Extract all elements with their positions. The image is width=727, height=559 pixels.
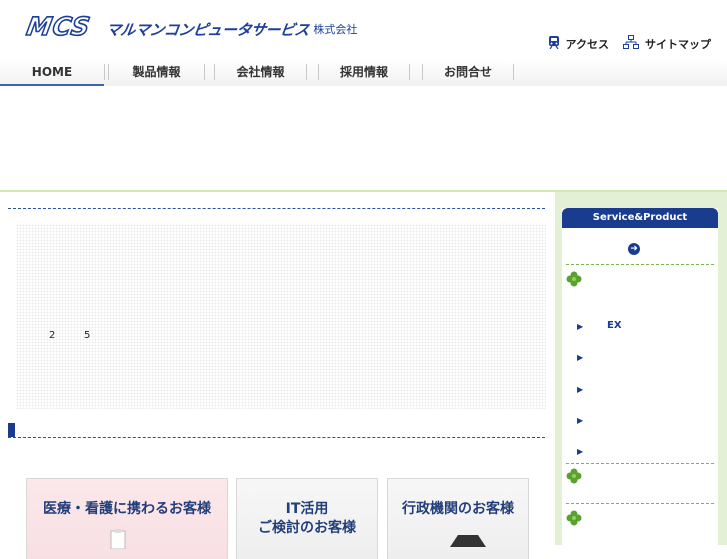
news-count: 5 <box>84 330 91 341</box>
site-header: MCS マルマンコンピュータサービス 株式会社 アクセス サイトマップ <box>0 0 727 60</box>
bullet-arrow-icon[interactable]: ▶ <box>577 447 583 456</box>
card-medical-title: 医療・看護に携わるお客様 <box>43 501 211 517</box>
nav-tab-contact[interactable]: お問合せ <box>423 60 513 84</box>
sidebar-link-ex[interactable]: EX <box>607 320 622 331</box>
card-it-title-line1: IT活用 <box>285 501 329 517</box>
bullet-arrow-icon: ▶ <box>577 322 584 331</box>
news-count: 2 <box>49 330 56 341</box>
nav-tab-recruit[interactable]: 採用情報 <box>319 60 409 84</box>
sidebar-divider <box>566 503 714 504</box>
utility-links: アクセス サイトマップ <box>534 35 711 52</box>
card-government-title: 行政機関のお客様 <box>402 501 514 517</box>
logo-company-name: マルマンコンピュータサービス <box>105 21 311 39</box>
logo-company-suffix: 株式会社 <box>313 23 358 36</box>
access-link[interactable]: アクセス <box>548 35 609 52</box>
clover-icon <box>566 510 582 526</box>
clipboard-icon <box>110 529 126 549</box>
hero-banner <box>0 86 727 190</box>
sidebar-panel <box>562 208 718 545</box>
logo-mark: MCS <box>24 11 94 42</box>
nav-tab-home[interactable]: HOME <box>0 60 104 84</box>
section-marker <box>8 423 15 437</box>
nav-tab-company[interactable]: 会社情報 <box>215 60 306 84</box>
card-medical[interactable]: 医療・看護に携わるお客様 <box>26 478 228 559</box>
nav-divider <box>513 64 514 80</box>
clover-icon <box>566 468 582 484</box>
dashed-divider <box>8 208 545 209</box>
bullet-arrow-icon[interactable]: ▶ <box>577 385 583 394</box>
sitemap-link[interactable]: サイトマップ <box>623 35 711 52</box>
bullet-arrow-icon[interactable]: ▶ <box>577 353 583 362</box>
nav-divider <box>104 64 105 80</box>
nav-divider <box>409 64 410 80</box>
card-it-title-line2: ご検討のお客様 <box>258 520 356 536</box>
nav-divider <box>204 64 205 80</box>
news-panel <box>16 224 546 409</box>
arrow-right-icon[interactable]: ➜ <box>628 243 640 255</box>
access-label: アクセス <box>565 37 609 51</box>
card-government[interactable]: 行政機関のお客様 <box>387 478 529 559</box>
company-logo[interactable]: MCS マルマンコンピュータサービス 株式会社 <box>24 11 358 42</box>
sidebar-divider <box>566 264 714 265</box>
nav-tab-products[interactable]: 製品情報 <box>109 60 204 84</box>
sitemap-icon <box>623 35 639 52</box>
sitemap-label: サイトマップ <box>645 37 711 51</box>
dashed-divider <box>8 437 545 438</box>
sidebar-heading: Service&Product <box>562 208 718 228</box>
nav-divider <box>306 64 307 80</box>
global-nav: HOME 製品情報 会社情報 採用情報 お問合せ <box>0 60 727 86</box>
bullet-arrow-icon[interactable]: ▶ <box>577 416 583 425</box>
card-it[interactable]: IT活用 ご検討のお客様 <box>236 478 378 559</box>
train-icon <box>548 35 560 52</box>
clover-icon <box>566 271 582 287</box>
sidebar-divider <box>566 463 714 464</box>
